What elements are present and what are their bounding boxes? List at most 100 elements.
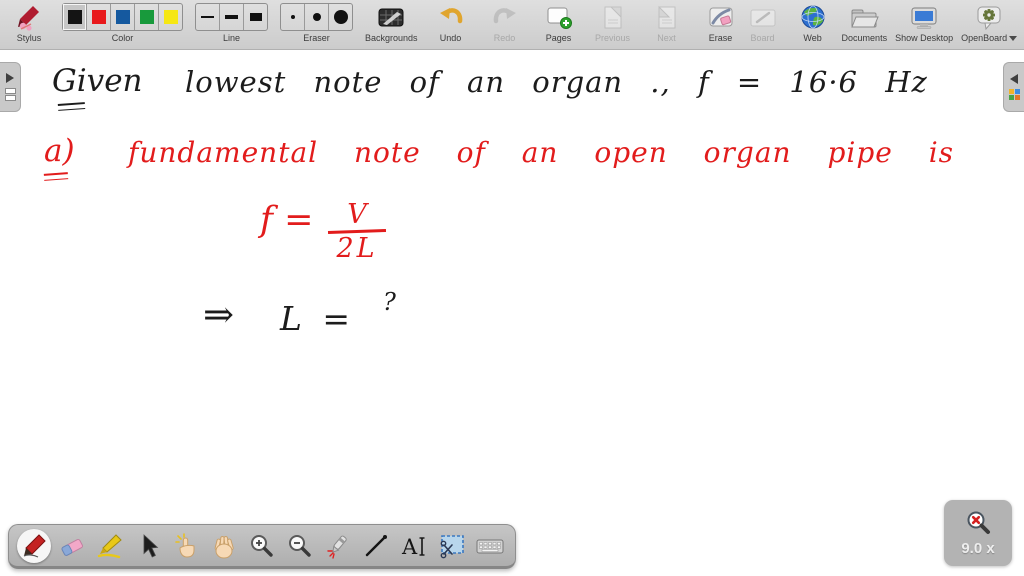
medium-eraser-icon xyxy=(312,13,321,21)
whiteboard-canvas[interactable]: Given lowest note of an organ ., f = 16·… xyxy=(0,50,1024,576)
ink-fraction-v-over-2l: V 2L xyxy=(327,200,387,265)
interact-tool-button[interactable] xyxy=(169,529,203,563)
next-page-icon xyxy=(653,3,681,32)
web-mode-label: Web xyxy=(803,33,822,43)
selector-tool-button[interactable] xyxy=(131,529,165,563)
highlighter-tool-button[interactable] xyxy=(93,529,127,563)
line-group-label: Line xyxy=(222,33,240,43)
line-group: Line xyxy=(195,3,268,43)
ink-f-equals: f = xyxy=(260,200,314,240)
color-swatch-red[interactable] xyxy=(87,4,111,30)
color-swatch-yellow[interactable] xyxy=(159,4,182,30)
next-page-label: Next xyxy=(657,33,676,43)
capture-area-icon xyxy=(440,534,464,558)
keyboard-icon xyxy=(476,539,504,553)
ink-l-equals: L = xyxy=(280,299,351,338)
green-swatch xyxy=(139,10,154,24)
eraser-large-button[interactable] xyxy=(329,4,352,30)
line-thick-button[interactable] xyxy=(244,4,267,30)
undo-button[interactable]: Undo xyxy=(430,3,472,43)
virtual-keyboard-tool-button[interactable] xyxy=(473,529,507,563)
toolbar-right-cluster: Board Web Documents Show Desktop OpenBoa… xyxy=(742,3,1018,49)
pages-label: Pages xyxy=(545,33,572,43)
pages-icon xyxy=(545,3,573,32)
highlighter-icon xyxy=(97,533,122,558)
openboard-window: Stylus Color Line Eraser Backgrounds Und… xyxy=(0,0,1024,576)
web-mode-button[interactable]: Web xyxy=(792,3,834,43)
laser-pointer-tool-button[interactable] xyxy=(321,529,355,563)
stylus-icon xyxy=(15,3,43,32)
svg-text:A: A xyxy=(401,535,418,559)
thick-line-icon xyxy=(249,13,262,21)
text-tool-button[interactable]: A xyxy=(397,529,431,563)
toolbar-left-cluster: Stylus Color Line Eraser Backgrounds Und… xyxy=(8,3,742,49)
ink-line2: fundamental note of an open organ pipe i… xyxy=(128,136,955,169)
line-icon xyxy=(365,534,387,556)
cursor-arrow-icon xyxy=(143,533,159,558)
pan-tool-button[interactable] xyxy=(207,529,241,563)
eraser-group-label: Eraser xyxy=(303,33,330,43)
blue-swatch xyxy=(115,10,130,24)
stylus-button[interactable]: Stylus xyxy=(8,3,50,43)
top-toolbar: Stylus Color Line Eraser Backgrounds Und… xyxy=(0,0,1024,50)
previous-page-label: Previous xyxy=(595,33,631,43)
reset-zoom-magnifier-icon xyxy=(967,511,990,534)
erase-page-icon xyxy=(707,3,735,32)
web-globe-icon xyxy=(799,3,827,32)
next-page-button[interactable]: Next xyxy=(646,3,688,43)
eraser-medium-button[interactable] xyxy=(305,4,329,30)
fraction-denominator: 2L xyxy=(336,233,378,264)
laser-pointer-icon xyxy=(327,535,347,559)
documents-mode-button[interactable]: Documents xyxy=(842,3,887,43)
medium-line-icon xyxy=(225,15,238,19)
thin-line-icon xyxy=(201,16,214,18)
line-tool-button[interactable] xyxy=(359,529,393,563)
board-mode-icon xyxy=(749,3,777,32)
pen-tool-button[interactable] xyxy=(17,528,51,563)
pen-icon xyxy=(23,533,46,558)
zoom-in-icon xyxy=(251,534,273,557)
stylus-label: Stylus xyxy=(16,33,42,43)
ink-line1: lowest note of an organ ., f = 16·6 Hz xyxy=(185,65,928,99)
zoom-level-widget[interactable]: 9.0 x xyxy=(944,500,1012,566)
backgrounds-icon xyxy=(377,3,405,32)
openboard-menu-label: OpenBoard xyxy=(961,33,1008,43)
color-swatch-blue[interactable] xyxy=(111,4,135,30)
erase-page-button[interactable]: Erase xyxy=(700,3,742,43)
openboard-menu-button[interactable]: OpenBoard xyxy=(961,3,1018,43)
board-mode-button[interactable]: Board xyxy=(742,3,784,43)
backgrounds-label: Backgrounds xyxy=(365,33,418,43)
pan-hand-icon xyxy=(214,535,234,558)
line-thin-button[interactable] xyxy=(196,4,220,30)
previous-page-icon xyxy=(599,3,627,32)
given-underline xyxy=(57,102,86,111)
eraser-icon xyxy=(61,538,83,556)
redo-label: Redo xyxy=(493,33,516,43)
board-mode-label: Board xyxy=(750,33,775,43)
color-swatch-green[interactable] xyxy=(135,4,159,30)
color-group-label: Color xyxy=(111,33,134,43)
line-medium-button[interactable] xyxy=(220,4,244,30)
capture-area-tool-button[interactable] xyxy=(435,529,469,563)
openboard-settings-icon xyxy=(974,3,1004,32)
undo-icon xyxy=(437,3,465,32)
ink-part-a: a) xyxy=(44,133,75,169)
zoom-out-tool-button[interactable] xyxy=(283,529,317,563)
part-a-underline xyxy=(43,172,69,181)
redo-icon xyxy=(491,3,519,32)
tap-finger-icon xyxy=(175,532,195,558)
previous-page-button[interactable]: Previous xyxy=(592,3,634,43)
eraser-tool-button[interactable] xyxy=(55,529,89,563)
pages-button[interactable]: Pages xyxy=(538,3,580,43)
ink-given: Given xyxy=(52,63,143,99)
erase-page-label: Erase xyxy=(708,33,733,43)
documents-folder-icon xyxy=(849,3,880,32)
backgrounds-button[interactable]: Backgrounds xyxy=(365,3,418,43)
zoom-in-tool-button[interactable] xyxy=(245,529,279,563)
color-swatch-black[interactable] xyxy=(63,4,87,30)
eraser-group: Eraser xyxy=(280,3,353,43)
black-swatch xyxy=(67,10,82,24)
redo-button[interactable]: Redo xyxy=(484,3,526,43)
eraser-small-button[interactable] xyxy=(281,4,305,30)
show-desktop-button[interactable]: Show Desktop xyxy=(895,3,953,43)
